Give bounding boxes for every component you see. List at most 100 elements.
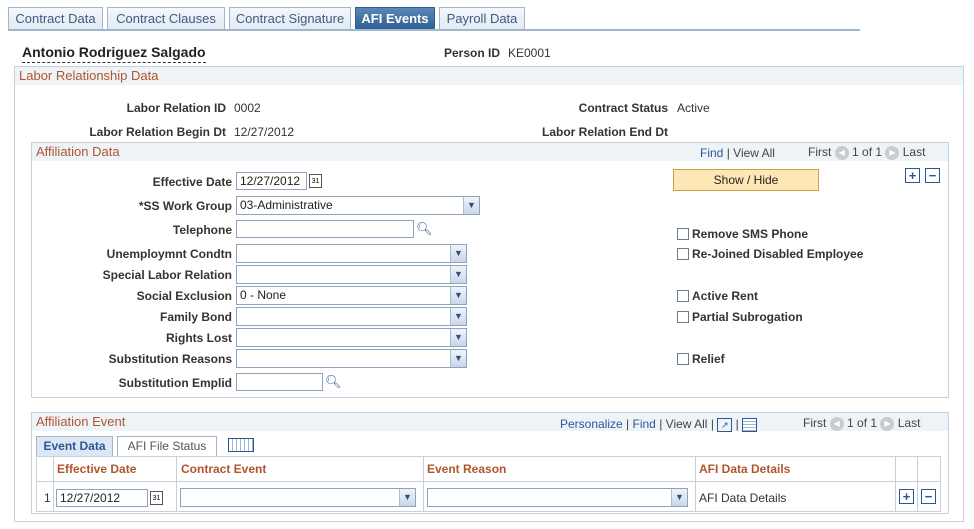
col-event-reason[interactable]: Event Reason xyxy=(427,457,506,481)
family-bond-select[interactable]: ▼ xyxy=(236,307,467,326)
grid-divider xyxy=(176,457,177,511)
contract-status-label: Contract Status xyxy=(578,101,668,115)
rights-lost-select[interactable]: ▼ xyxy=(236,328,467,347)
rights-lost-label: Rights Lost xyxy=(166,331,232,345)
chevron-down-icon[interactable]: ▼ xyxy=(450,308,466,325)
subtab-event-data[interactable]: Event Data xyxy=(36,436,113,456)
social-exclusion-label: Social Exclusion xyxy=(136,289,232,303)
show-hide-button[interactable]: Show / Hide xyxy=(673,169,819,191)
minus-icon[interactable]: − xyxy=(921,489,936,504)
afi-data-details-link[interactable]: AFI Data Details xyxy=(699,491,786,505)
contract-event-select[interactable]: ▼ xyxy=(180,488,416,507)
event-find-link[interactable]: Find xyxy=(633,417,656,431)
grid-header: Effective Date Contract Event Event Reas… xyxy=(37,457,940,482)
relief-label: Relief xyxy=(692,352,725,366)
personalize-link[interactable]: Personalize xyxy=(560,417,623,431)
nav-separator: | xyxy=(735,417,739,431)
person-id-label: Person ID xyxy=(443,46,500,60)
active-rent-checkbox[interactable] xyxy=(677,290,689,302)
col-contract-event[interactable]: Contract Event xyxy=(181,457,266,481)
special-labor-select[interactable]: ▼ xyxy=(236,265,467,284)
tab-payroll-data[interactable]: Payroll Data xyxy=(439,7,525,29)
telephone-field[interactable] xyxy=(236,220,414,238)
unemployment-select[interactable]: ▼ xyxy=(236,244,467,263)
effective-date-label: Effective Date xyxy=(152,175,232,189)
social-exclusion-select[interactable]: 0 - None ▼ xyxy=(236,286,467,305)
zoom-icon[interactable]: ↗ xyxy=(717,417,733,432)
minus-icon[interactable]: − xyxy=(925,168,940,183)
nav-separator: | xyxy=(710,417,714,431)
arrow-right-icon[interactable]: ▶ xyxy=(885,145,900,160)
subtab-afi-file-status[interactable]: AFI File Status xyxy=(117,436,217,456)
tab-afi-events[interactable]: AFI Events xyxy=(355,7,435,29)
magnifier-icon[interactable]: 🔍︎ xyxy=(325,375,342,389)
chevron-down-icon[interactable]: ▼ xyxy=(671,489,687,506)
employee-name: Antonio Rodriguez Salgado xyxy=(22,44,206,63)
nav-separator: | xyxy=(659,417,663,431)
chevron-down-icon[interactable]: ▼ xyxy=(450,266,466,283)
col-effective-date[interactable]: Effective Date xyxy=(57,457,136,481)
person-id-value: KE0001 xyxy=(508,46,551,60)
pager-range: 1 of 1 xyxy=(852,145,883,159)
begin-dt-label: Labor Relation Begin Dt xyxy=(89,125,226,139)
labor-relation-id-value: 0002 xyxy=(234,101,261,115)
event-effective-date-field[interactable]: 12/27/2012 xyxy=(56,489,148,507)
substitution-emplid-field[interactable] xyxy=(236,373,323,391)
tab-contract-clauses[interactable]: Contract Clauses xyxy=(107,7,225,29)
affiliation-view-all[interactable]: View All xyxy=(733,146,775,160)
substitution-reasons-label: Substitution Reasons xyxy=(108,352,232,366)
chevron-down-icon[interactable]: ▼ xyxy=(463,197,479,214)
family-bond-label: Family Bond xyxy=(159,310,232,324)
calendar-icon[interactable]: 31 xyxy=(309,174,322,188)
nav-separator: | xyxy=(726,146,730,160)
end-dt-label: Labor Relation End Dt xyxy=(542,125,668,139)
chevron-down-icon[interactable]: ▼ xyxy=(450,245,466,262)
affiliation-find-link[interactable]: Find xyxy=(700,146,723,160)
row-number: 1 xyxy=(44,491,51,505)
substitution-emplid-label: Substitution Emplid xyxy=(118,376,232,390)
chevron-down-icon[interactable]: ▼ xyxy=(450,287,466,304)
last-label: Last xyxy=(897,416,921,430)
tab-contract-signature[interactable]: Contract Signature xyxy=(229,7,351,29)
calendar-icon[interactable]: 31 xyxy=(150,491,163,505)
plus-icon[interactable]: + xyxy=(899,489,914,504)
show-columns-icon[interactable] xyxy=(228,438,254,452)
rejoined-checkbox[interactable] xyxy=(677,248,689,260)
first-label: First xyxy=(808,145,832,159)
remove-sms-checkbox[interactable] xyxy=(677,228,689,240)
relief-checkbox[interactable] xyxy=(677,353,689,365)
telephone-label: Telephone xyxy=(172,223,232,237)
event-view-all[interactable]: View All xyxy=(666,417,708,431)
affiliation-nav: Find | View All xyxy=(700,146,775,160)
substitution-reasons-select[interactable]: ▼ xyxy=(236,349,467,368)
active-rent-label: Active Rent xyxy=(692,289,759,303)
grid-divider xyxy=(53,457,54,511)
ss-work-group-label: *SS Work Group xyxy=(138,199,232,213)
arrow-right-icon[interactable]: ▶ xyxy=(880,416,895,431)
arrow-left-icon[interactable]: ◀ xyxy=(834,145,849,160)
magnifier-icon[interactable]: 🔍︎ xyxy=(416,222,433,236)
special-labor-label: Special Labor Relation xyxy=(102,268,232,282)
unemployment-label: Unemploymnt Condtn xyxy=(106,247,232,261)
col-afi-data-details: AFI Data Details xyxy=(699,462,791,476)
chevron-down-icon[interactable]: ▼ xyxy=(450,350,466,367)
remove-sms-label: Remove SMS Phone xyxy=(692,227,809,241)
effective-date-field[interactable]: 12/27/2012 xyxy=(236,172,307,190)
begin-dt-value: 12/27/2012 xyxy=(234,125,295,139)
grid-divider xyxy=(695,457,696,511)
event-pager: First ◀ 1 of 1 ▶ Last xyxy=(803,416,920,431)
tab-contract-data[interactable]: Contract Data xyxy=(8,7,103,29)
chevron-down-icon[interactable]: ▼ xyxy=(399,489,415,506)
grid-download-icon[interactable] xyxy=(742,417,758,432)
ss-work-group-select[interactable]: 03-Administrative ▼ xyxy=(236,196,480,215)
chevron-down-icon[interactable]: ▼ xyxy=(450,329,466,346)
tab-divider xyxy=(8,29,860,31)
rejoined-label: Re-Joined Disabled Employee xyxy=(692,247,864,261)
arrow-left-icon[interactable]: ◀ xyxy=(829,416,844,431)
partial-subrogation-checkbox[interactable] xyxy=(677,311,689,323)
ss-work-group-value: 03-Administrative xyxy=(240,198,333,212)
affiliation-pager: First ◀ 1 of 1 ▶ Last xyxy=(808,145,925,160)
event-reason-select[interactable]: ▼ xyxy=(427,488,688,507)
plus-icon[interactable]: + xyxy=(905,168,920,183)
event-nav: Personalize | Find | View All | ↗ | xyxy=(560,417,758,432)
